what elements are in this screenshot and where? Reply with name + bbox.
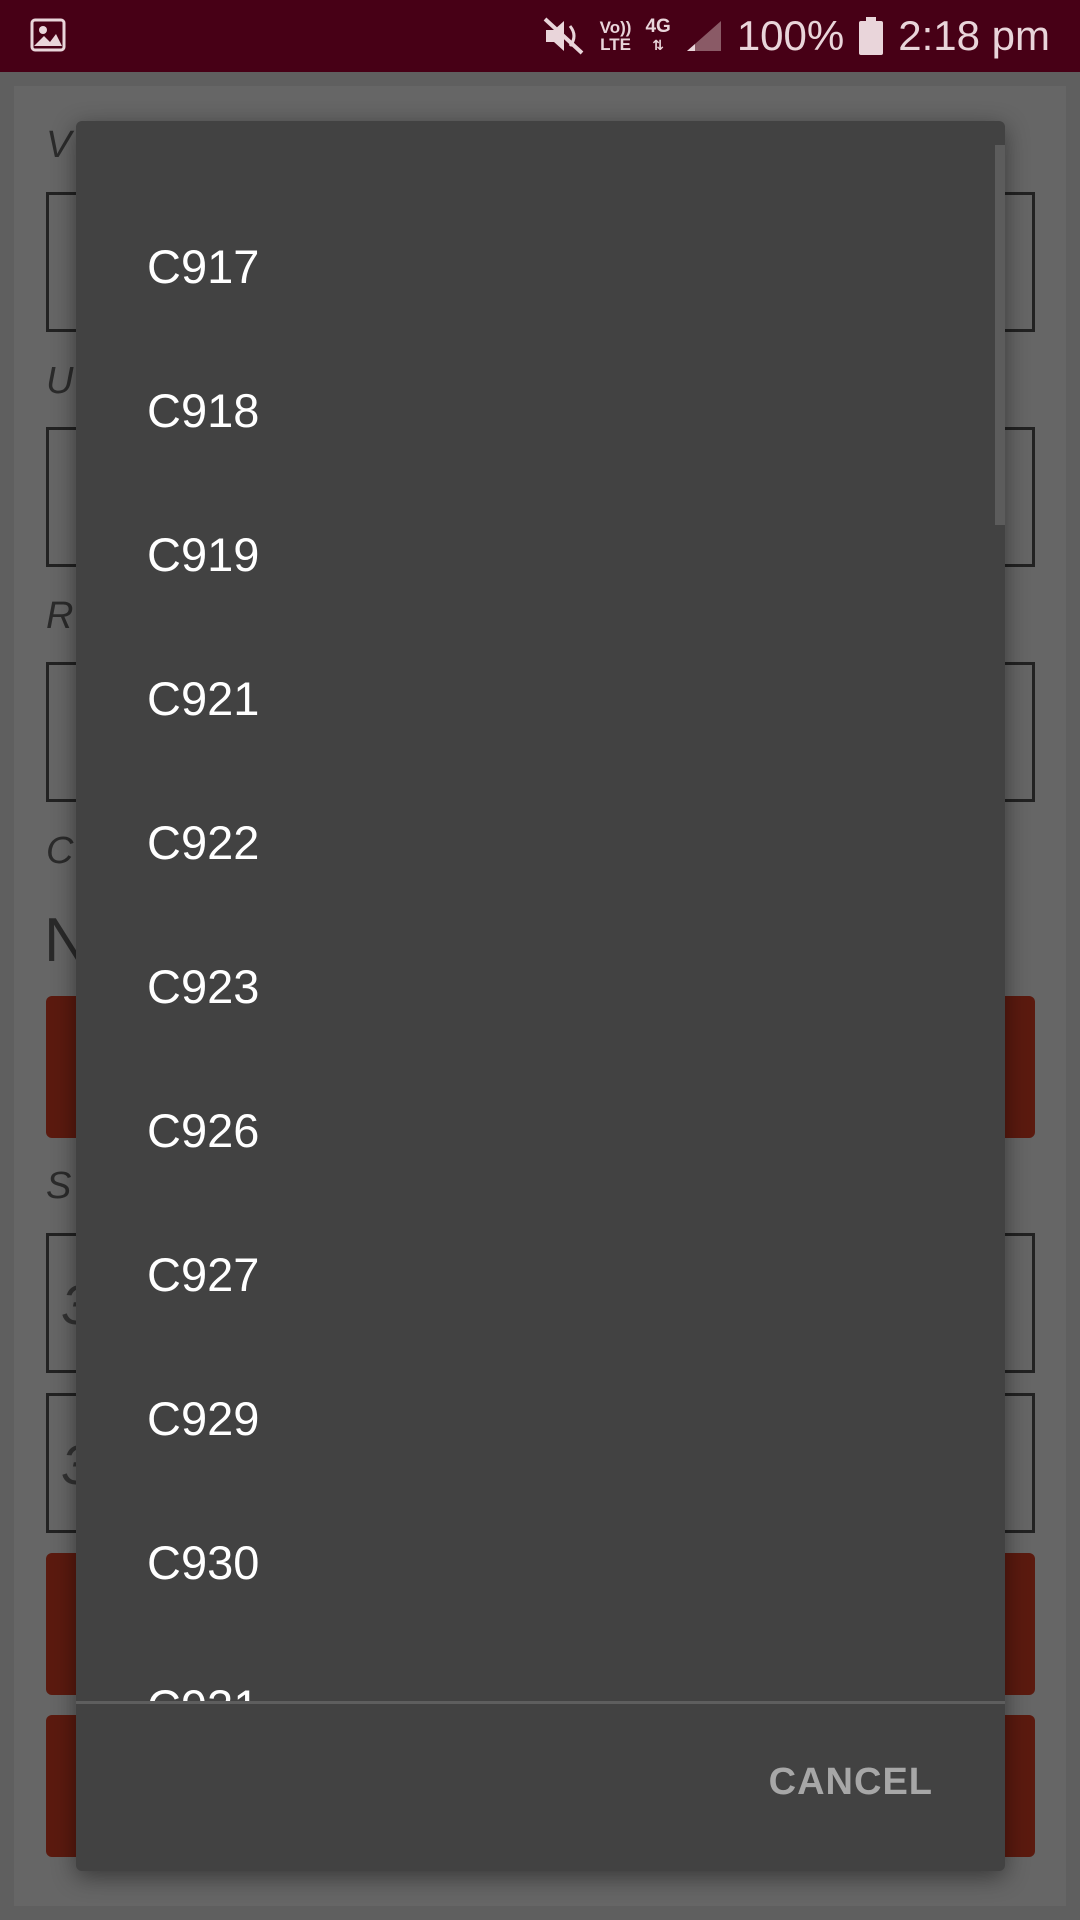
background-label-4: C: [46, 830, 74, 872]
gallery-icon: [30, 18, 66, 52]
cancel-button[interactable]: CANCEL: [769, 1761, 933, 1804]
selection-dialog: C917 C918 C919 C921 C922 C923 C926 C927 …: [76, 121, 1005, 1871]
option-item[interactable]: C931: [76, 1634, 1005, 1702]
background-label-1: V: [46, 124, 72, 166]
dialog-divider: [76, 1701, 1005, 1704]
network-indicator: 4G ⇅: [645, 16, 671, 54]
volte-top-label: Vo)): [599, 18, 632, 37]
background-label-3: R: [46, 595, 74, 637]
option-item[interactable]: C921: [76, 626, 1005, 770]
option-item[interactable]: C927: [76, 1202, 1005, 1346]
background-label-2: U: [46, 360, 74, 402]
option-item[interactable]: C930: [76, 1490, 1005, 1634]
option-item[interactable]: C929: [76, 1346, 1005, 1490]
option-item[interactable]: C926: [76, 1058, 1005, 1202]
network-label: 4G: [645, 16, 671, 37]
battery-icon: [859, 17, 884, 55]
status-icons: Vo)) LTE 4G ⇅ 100% 2:18 pm: [542, 0, 1050, 72]
data-arrows-icon: ⇅: [652, 37, 664, 53]
option-list[interactable]: C917 C918 C919 C921 C922 C923 C926 C927 …: [76, 121, 1005, 1701]
status-bar: Vo)) LTE 4G ⇅ 100% 2:18 pm: [0, 0, 1080, 72]
background-label-5: S: [46, 1165, 72, 1207]
volte-indicator: Vo)) LTE: [600, 19, 632, 53]
option-item[interactable]: C922: [76, 770, 1005, 914]
option-item[interactable]: C923: [76, 914, 1005, 1058]
option-item[interactable]: C917: [76, 194, 1005, 338]
clock: 2:18 pm: [898, 12, 1050, 59]
option-item[interactable]: C919: [76, 482, 1005, 626]
volte-bottom-label: LTE: [600, 35, 631, 54]
scrollbar[interactable]: [995, 145, 1005, 525]
option-item[interactable]: C918: [76, 338, 1005, 482]
mute-icon: [543, 17, 584, 55]
signal-icon: [686, 21, 721, 51]
battery-percent: 100%: [736, 12, 845, 59]
